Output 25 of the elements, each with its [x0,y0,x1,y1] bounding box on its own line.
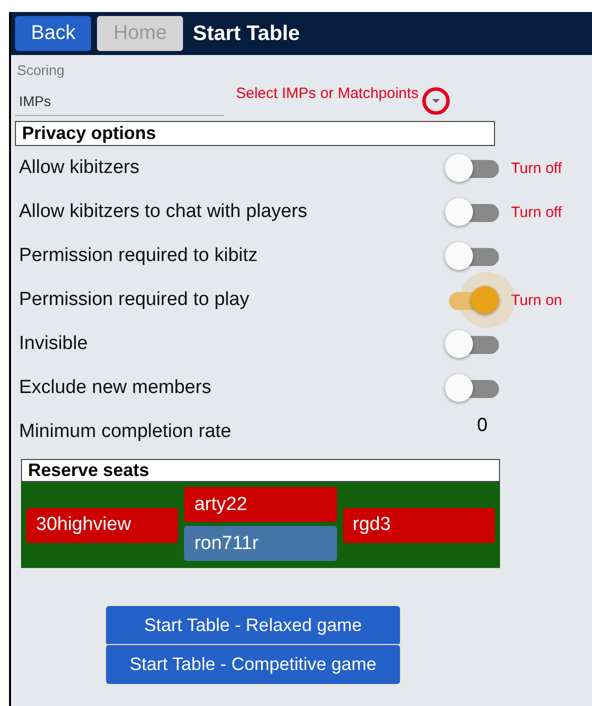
section-heading: Privacy options [15,121,495,146]
scoring-select[interactable]: IMPs [15,93,224,116]
seat-button[interactable]: rgd3 [342,508,495,542]
option-label: Allow kibitzers to chat with players [18,201,308,223]
nav-button[interactable]: Back [15,16,92,51]
field-label: Scoring [16,61,66,78]
seat-button[interactable]: ron711r [184,526,337,561]
annotation-text: Select IMPs or Matchpoints [236,85,419,102]
page-title: Start Table [192,22,300,46]
option-label: Minimum completion rate [18,421,232,443]
start-table-button[interactable]: Start Table - Relaxed game [106,606,400,645]
seat-button[interactable]: 30highview [26,508,178,542]
option-label: Permission required to kibitz [18,245,259,267]
annotation-text: Turn off [511,160,562,176]
annotation-text: Turn on [511,292,562,308]
option-label: Permission required to play [18,289,250,311]
section-heading: Reserve seats [21,459,500,482]
option-label: Exclude new members [18,377,212,399]
annotation-text: Turn off [511,204,562,220]
start-table-button[interactable]: Start Table - Competitive game [106,645,400,684]
dropdown-icon[interactable] [420,86,451,116]
seat-button[interactable]: arty22 [184,487,337,522]
option-label: Invisible [18,333,89,355]
option-label: Allow kibitzers [18,157,140,179]
rate-value[interactable]: 0 [477,415,488,437]
